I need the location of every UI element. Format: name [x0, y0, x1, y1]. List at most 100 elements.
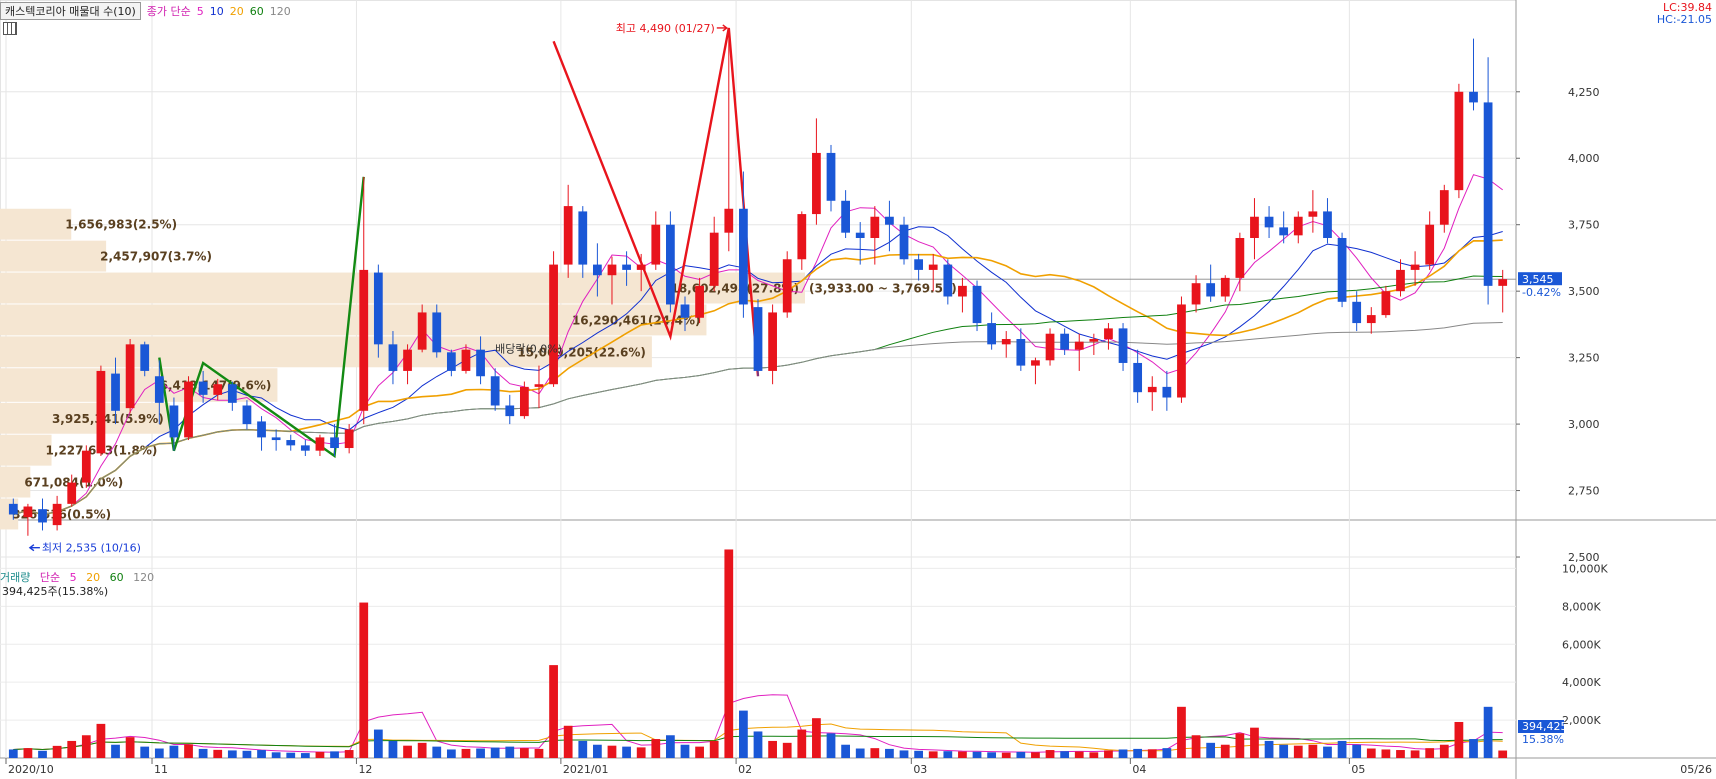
dividend-annotation: 배당락(0.0%)	[495, 342, 562, 355]
chart-title[interactable]: 캐스텍코리아 매물대 수(10)	[0, 2, 141, 20]
candle-body	[1396, 269, 1405, 292]
candle-body	[563, 206, 573, 265]
candle-body	[1323, 211, 1332, 238]
volume-bar	[403, 745, 412, 758]
candle-body	[797, 214, 807, 260]
lc-hc-readout: LC:39.84 HC:-21.05	[1657, 2, 1712, 26]
candle-body	[1264, 216, 1274, 228]
candle-body	[1469, 91, 1478, 103]
volume-bar	[67, 740, 77, 758]
ma20-label: 20	[229, 4, 244, 18]
candle-body	[812, 152, 821, 215]
volume-bar	[38, 750, 47, 758]
candle-body	[242, 405, 252, 425]
volume-bar	[8, 749, 18, 758]
candle-body	[943, 264, 953, 297]
grid-toggle-icon[interactable]	[3, 22, 17, 35]
volume-bar	[359, 602, 369, 758]
volume-bar	[388, 740, 398, 758]
candle-body	[855, 232, 865, 238]
candle-body	[1133, 362, 1143, 393]
volume-bar	[1250, 727, 1259, 758]
candle-body	[330, 437, 339, 449]
current-price-label: 3,545	[1522, 273, 1554, 286]
volume-bar	[972, 751, 982, 758]
volume-bar	[125, 737, 135, 758]
candle-body	[1454, 91, 1464, 191]
volume-bar	[1323, 746, 1332, 758]
candle-body	[1250, 216, 1259, 238]
candle-body	[1308, 211, 1318, 217]
volume-bar	[242, 750, 252, 758]
candle-body	[1410, 264, 1420, 270]
candle-body	[1293, 216, 1303, 236]
volume-bar	[1396, 750, 1405, 758]
candle-body	[505, 405, 515, 417]
candle-body	[388, 344, 398, 371]
volume-bar	[446, 749, 456, 758]
candle-body	[81, 450, 91, 483]
candle-body	[8, 503, 18, 515]
volume-bar	[52, 745, 62, 758]
candle-body	[417, 312, 427, 350]
candle-body	[1001, 339, 1011, 345]
date-tick-label: 04	[1132, 763, 1146, 776]
candle-body	[826, 152, 836, 201]
candle-body	[461, 349, 471, 371]
candle-body	[724, 208, 734, 233]
volume-bar	[870, 748, 880, 758]
candle-body	[1089, 339, 1099, 342]
volume-bar	[81, 735, 91, 758]
volume-bar	[1060, 751, 1070, 758]
low-arrow-icon	[28, 544, 40, 552]
volume-bar	[1293, 745, 1303, 758]
candle-body	[1031, 360, 1040, 366]
candle-body	[651, 224, 661, 265]
volume-bar	[315, 751, 325, 758]
volume-bar	[534, 748, 544, 758]
high-arrow-icon	[716, 24, 728, 32]
candle-body	[987, 323, 997, 345]
candle-body	[1177, 304, 1186, 398]
candle-body	[23, 506, 33, 518]
ma5-label: 5	[196, 4, 204, 18]
candle-body	[709, 232, 719, 286]
volume-tick-label: 10,000K	[1562, 562, 1608, 575]
volume-bar	[417, 742, 427, 758]
ma60-label: 60	[249, 4, 264, 18]
candle-body	[111, 373, 120, 411]
volume-profile-label: 3,925,341(5.9%)	[52, 412, 164, 426]
candle-body	[622, 264, 631, 270]
candle-body	[666, 224, 675, 305]
candle-body	[257, 421, 266, 438]
volume-bar	[330, 751, 339, 758]
volume-bar	[943, 751, 953, 758]
volume-bar	[563, 725, 573, 758]
candle-body	[213, 384, 223, 395]
volume-bar	[841, 744, 850, 758]
candle-body	[1220, 277, 1230, 297]
candle-body	[899, 224, 909, 260]
candle-body	[739, 208, 748, 305]
candle-body	[1366, 315, 1376, 324]
volume-bar	[111, 744, 120, 758]
volume-bar	[928, 751, 938, 758]
candle-body	[768, 312, 777, 371]
volume-bar	[739, 710, 748, 758]
current-volume-ratio: 15.38%	[1522, 733, 1564, 746]
volume-bar	[797, 729, 807, 758]
volume-bar	[519, 748, 529, 758]
volume-bar	[724, 549, 734, 758]
candle-body	[607, 264, 617, 276]
price-legend: 캐스텍코리아 매물대 수(10) 종가 단순 5 10 20 60 120	[0, 2, 297, 20]
candle-body	[184, 381, 193, 438]
candle-body	[154, 376, 164, 403]
volume-bar	[1133, 748, 1143, 758]
volume-bar	[96, 723, 106, 758]
volume-bar	[636, 747, 646, 758]
candle-body	[753, 307, 763, 371]
volume-bar	[1074, 751, 1084, 758]
candle-body	[1060, 333, 1070, 350]
candle-body	[885, 216, 894, 225]
volume-tick-label: 4,000K	[1562, 676, 1601, 689]
